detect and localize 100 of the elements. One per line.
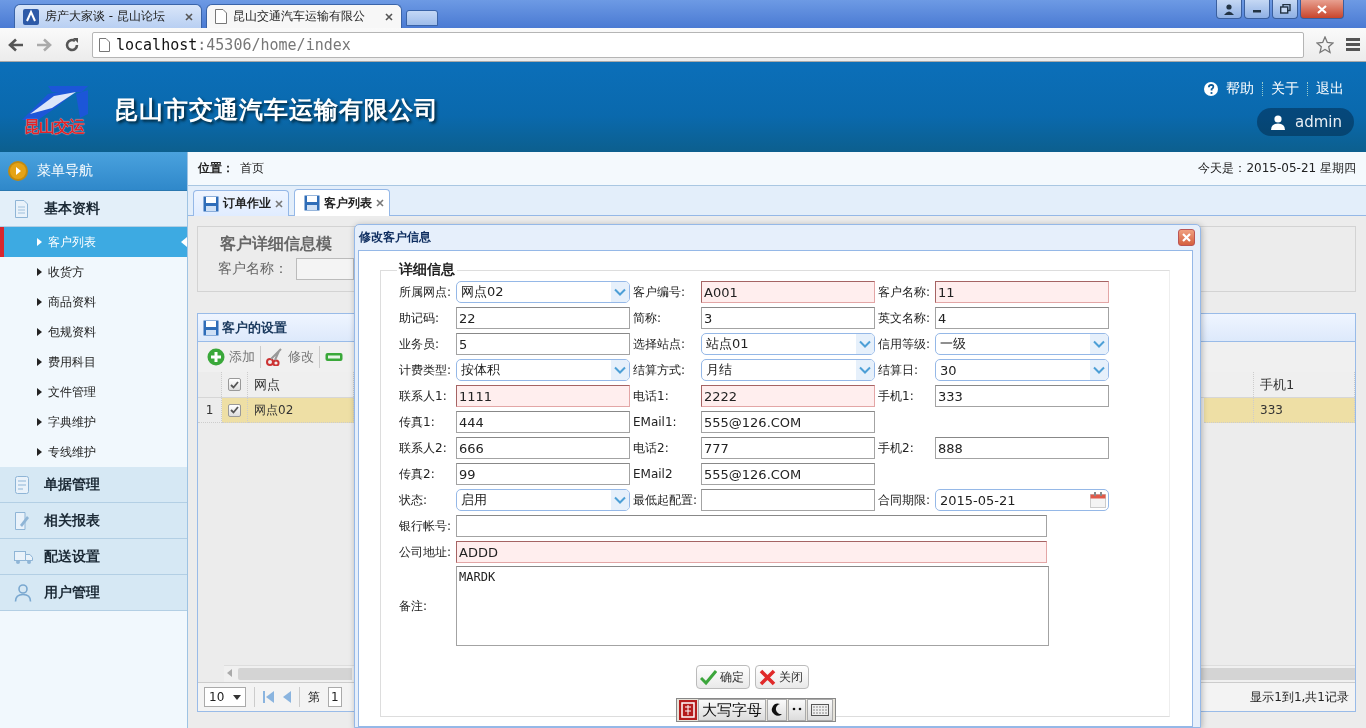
input-field[interactable]: 99	[456, 463, 630, 485]
table-cell[interactable]	[222, 398, 248, 423]
table-cell[interactable]: 333	[1254, 398, 1355, 423]
close-button[interactable]	[1178, 229, 1195, 246]
close-icon[interactable]	[275, 199, 283, 208]
header-link[interactable]: 帮助	[1226, 80, 1254, 98]
close-icon	[759, 668, 776, 686]
nav-group[interactable]: 用户管理	[0, 575, 187, 611]
table-cell[interactable]: 网点02	[248, 398, 354, 423]
nav-item[interactable]: 专线维护	[0, 437, 187, 467]
chevron-down-icon[interactable]	[859, 340, 871, 348]
input-field[interactable]: 1111	[456, 385, 630, 407]
chevron-down-icon[interactable]	[1093, 366, 1105, 374]
checkbox[interactable]	[228, 378, 241, 391]
nav-item[interactable]: 商品资料	[0, 287, 187, 317]
nav-group[interactable]: 配送设置	[0, 539, 187, 575]
calendar-icon[interactable]	[1090, 492, 1106, 508]
column-header[interactable]: 手机1	[1260, 375, 1295, 394]
reload-icon[interactable]	[64, 36, 80, 53]
dialog-button[interactable]: 关闭	[755, 665, 809, 689]
input-field[interactable]: 444	[456, 411, 630, 433]
input-field[interactable]: A001	[701, 281, 875, 303]
table-cell[interactable]	[1204, 398, 1254, 423]
column-header[interactable]: 网点	[254, 375, 280, 394]
input-field[interactable]: 22	[456, 307, 630, 329]
field-label: 状态:	[399, 491, 429, 509]
input-field[interactable]: 555@126.COM	[701, 411, 875, 433]
close-icon[interactable]	[185, 12, 193, 21]
nav-item[interactable]: 包规资料	[0, 317, 187, 347]
user-button[interactable]	[1216, 0, 1242, 19]
nav-item[interactable]: 文件管理	[0, 377, 187, 407]
field-label: 备注:	[399, 597, 429, 615]
nav-group[interactable]: 相关报表	[0, 503, 187, 539]
keyboard-icon[interactable]	[811, 704, 829, 716]
triangle-right-icon	[37, 328, 42, 336]
page-size-select[interactable]: 10	[204, 687, 246, 707]
nav-item[interactable]: 字典维护	[0, 407, 187, 437]
input-field[interactable]	[701, 489, 875, 511]
star-icon[interactable]	[1316, 35, 1334, 54]
dropdown-field[interactable]: 一级	[935, 333, 1109, 355]
close-window-button[interactable]	[1300, 0, 1344, 19]
dropdown-field[interactable]: 30	[935, 359, 1109, 381]
input-field[interactable]: 3	[701, 307, 875, 329]
input-field[interactable]	[456, 515, 1047, 537]
input-field[interactable]: 777	[701, 437, 875, 459]
back-arrow-icon[interactable]	[8, 37, 24, 52]
dropdown-field[interactable]: 站点01	[701, 333, 875, 355]
maximize-button[interactable]	[1272, 0, 1298, 19]
field-label: 英文名称:	[878, 309, 932, 327]
user-badge[interactable]: admin	[1257, 108, 1354, 136]
header-link[interactable]: 关于	[1271, 80, 1299, 98]
dropdown-field[interactable]: 启用	[456, 489, 630, 511]
chevron-down-icon[interactable]	[859, 366, 871, 374]
input-field[interactable]	[296, 258, 354, 280]
input-field[interactable]: ADDD	[456, 541, 1047, 563]
input-mode-button[interactable]: 大写字母	[698, 699, 766, 721]
input-field[interactable]: 888	[935, 437, 1109, 459]
dialog-button[interactable]: 确定	[696, 665, 750, 689]
checkbox[interactable]	[228, 403, 241, 417]
input-field[interactable]: 11	[935, 281, 1109, 303]
nav-group[interactable]: 单据管理	[0, 467, 187, 503]
chevron-down-icon[interactable]	[1093, 340, 1105, 348]
chevron-down-icon[interactable]	[614, 288, 626, 296]
browser-tab[interactable]: 昆山交通汽车运输有限公	[206, 4, 402, 28]
menu-icon[interactable]	[1346, 38, 1360, 51]
browser-tab[interactable]: 房产大家谈 - 昆山论坛	[14, 4, 202, 28]
dropdown-field[interactable]: 月结	[701, 359, 875, 381]
chevron-down-icon[interactable]	[614, 496, 626, 504]
input-field[interactable]: 555@126.COM	[701, 463, 875, 485]
input-field[interactable]: 5	[456, 333, 630, 355]
toolbar-button[interactable]: 修改	[261, 345, 319, 369]
close-icon[interactable]	[385, 12, 393, 21]
text-area[interactable]: MARDK	[456, 566, 1049, 646]
input-field[interactable]: 333	[935, 385, 1109, 407]
dots-icon[interactable]	[792, 707, 802, 713]
header-link[interactable]: 退出	[1316, 80, 1344, 98]
forward-arrow-icon[interactable]	[36, 37, 52, 52]
page-tab[interactable]: 客户列表	[294, 189, 390, 216]
page-input[interactable]: 1	[328, 687, 342, 707]
seal-icon[interactable]	[679, 700, 697, 720]
nav-group[interactable]: 基本资料	[0, 191, 187, 227]
input-field[interactable]: 2222	[701, 385, 875, 407]
page-tab[interactable]: 订单作业	[193, 190, 289, 216]
close-icon[interactable]	[376, 199, 384, 207]
dropdown-field[interactable]: 按体积	[456, 359, 630, 381]
date-field[interactable]: 2015-05-21	[935, 489, 1109, 511]
address-field[interactable]: localhost:45306/home/index	[92, 31, 1304, 58]
dropdown-field[interactable]: 网点02	[456, 281, 630, 303]
minimize-button[interactable]	[1244, 0, 1270, 19]
scrollbar-thumb[interactable]	[238, 668, 352, 680]
input-field[interactable]: 4	[935, 307, 1109, 329]
toolbar-button[interactable]: 添加	[202, 345, 260, 369]
nav-item[interactable]: 费用科目	[0, 347, 187, 377]
new-tab-button[interactable]	[406, 10, 438, 26]
scrollbar-thumb[interactable]	[1200, 668, 1355, 680]
input-field[interactable]: 666	[456, 437, 630, 459]
breadcrumb-link[interactable]: 首页	[240, 161, 264, 175]
nav-item[interactable]: 收货方	[0, 257, 187, 287]
moon-icon[interactable]	[771, 703, 783, 717]
chevron-down-icon[interactable]	[614, 366, 626, 374]
